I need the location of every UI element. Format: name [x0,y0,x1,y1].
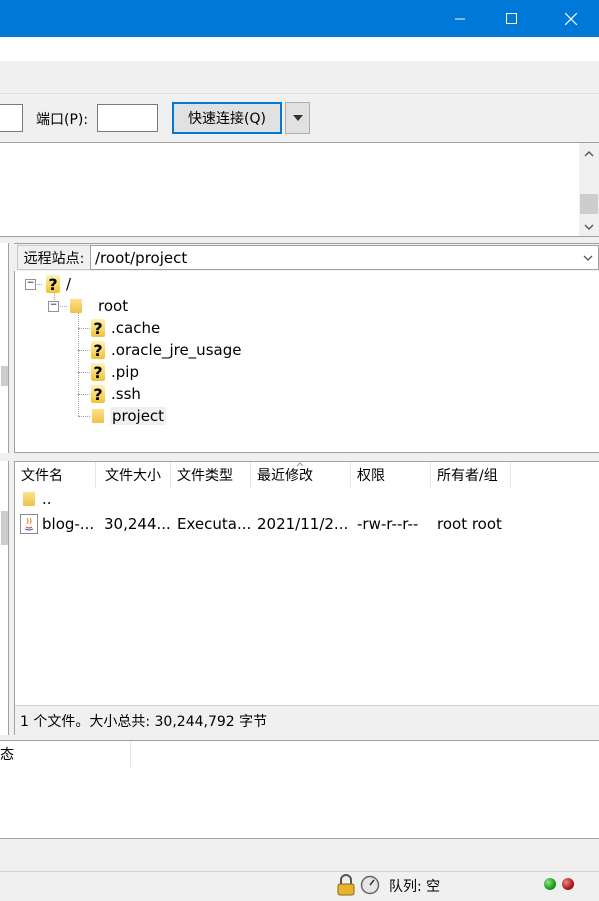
close-button[interactable] [548,0,594,37]
tree-connector [78,416,90,417]
collapse-toggle[interactable]: − [48,301,59,312]
tree-item-label: / [66,275,72,293]
file-list-summary: 1 个文件。大小总共: 30,244,792 字节 [14,705,599,735]
scroll-down-button[interactable] [579,218,599,235]
tree-item-label: .ssh [111,385,141,403]
tree-item-cache[interactable]: ? .cache [91,317,160,339]
remote-path-input[interactable]: /root/project [90,245,599,270]
toolbar [0,61,599,93]
file-size: 30,244... [104,515,171,533]
host-input[interactable] [0,104,23,132]
tree-item-root-slash[interactable]: ? / [46,273,71,295]
tree-item-root[interactable]: root [70,295,128,317]
tree-item-ssh[interactable]: ? .ssh [91,383,141,405]
minimize-icon [455,18,465,19]
tree-item-label: root [98,297,129,315]
local-list-edge [0,461,9,735]
tree-item-label: .pip [111,363,139,381]
tree-item-label: project [110,407,167,425]
log-scrollbar[interactable] [579,143,599,236]
chevron-down-icon [584,224,594,230]
list-item-parent-dir[interactable]: .. [17,490,537,512]
menu-bar [0,37,599,61]
tree-connector [78,310,79,416]
parent-dir-label: .. [42,490,52,508]
quickconnect-button[interactable]: 快速连接(Q) [172,102,282,134]
tree-connector [78,350,90,351]
unknown-icon: ? [91,319,105,338]
tree-item-pip[interactable]: ? .pip [91,361,139,383]
tree-item-label: .oracle_jre_usage [111,341,242,359]
queue-status-text: 队列: 空 [389,879,441,895]
minimize-button[interactable] [437,0,483,37]
maximize-icon [506,12,517,24]
file-permissions: -rw-r--r-- [357,515,419,533]
remote-site-label: 远程站点: [17,245,91,270]
tree-connector [78,394,90,395]
folder-icon [92,409,104,423]
remote-path-text: /root/project [95,248,188,267]
unknown-icon: ? [46,275,60,294]
quickconnect-dropdown-button[interactable] [285,102,310,134]
file-owner: root root [437,515,502,533]
folder-icon [23,492,35,506]
lock-icon [337,874,355,896]
file-name: blog-... [42,515,95,533]
java-file-icon [20,514,38,534]
port-input[interactable] [97,104,158,132]
message-log [0,142,599,237]
column-header-filetype[interactable]: 文件类型 [171,462,251,488]
table-row[interactable]: blog-... 30,244... Executa... 2021/11/2.… [17,513,537,535]
queue-column-header-status[interactable]: 态 [0,741,131,767]
chevron-up-icon [584,150,594,156]
tree-connector [78,372,90,373]
column-header-permissions[interactable]: 权限 [351,462,431,488]
tree-item-oracle-jre-usage[interactable]: ? .oracle_jre_usage [91,339,241,361]
scroll-thumb[interactable] [580,194,598,214]
unknown-icon: ? [91,385,105,404]
chevron-down-icon [292,115,303,121]
file-type: Executa... [177,515,252,533]
receive-led [544,878,556,890]
tree-item-label: .cache [111,319,161,337]
tree-connector [78,328,90,329]
scroll-thumb[interactable] [1,511,8,545]
scroll-up-button[interactable] [579,145,599,162]
file-modified: 2021/11/2... [257,515,349,533]
maximize-button[interactable] [489,0,535,37]
send-led [562,878,574,890]
title-bar [0,0,599,37]
scroll-thumb[interactable] [1,366,8,386]
local-tree-edge [0,243,9,453]
collapse-toggle[interactable]: − [25,279,36,290]
sort-indicator-icon [296,462,304,467]
unknown-icon: ? [91,341,105,360]
speed-limit-icon[interactable] [360,875,380,895]
chevron-down-icon[interactable] [583,255,593,261]
unknown-icon: ? [91,363,105,382]
port-label: 端口(P): [36,112,89,128]
column-header-filename[interactable]: 文件名 [15,462,96,488]
column-header-owner[interactable]: 所有者/组 [431,462,511,488]
queue-tabs [0,839,599,871]
folder-icon [70,299,82,313]
remote-directory-tree[interactable]: − − ? / root ? .cache ? .oracle_jre_usag… [14,271,599,453]
status-bar [0,871,599,901]
column-header-filesize[interactable]: 文件大小 [96,462,171,488]
close-icon [565,12,577,25]
tree-item-project[interactable]: project [92,405,167,427]
